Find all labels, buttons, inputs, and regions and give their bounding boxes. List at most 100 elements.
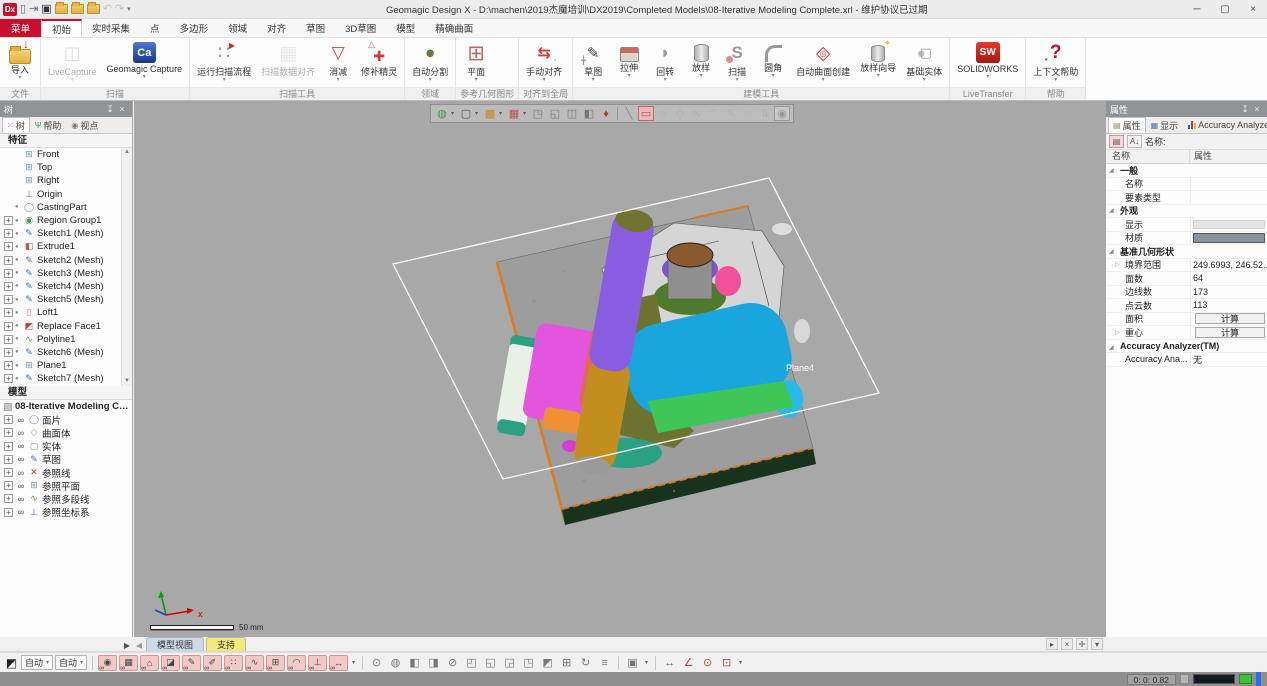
polygon-select-icon[interactable]: ◇ [672,106,688,121]
view-top-left-icon[interactable]: ◰ [463,655,480,671]
view-grid-icon[interactable]: ⊞ [558,655,575,671]
dropdown-arrow-icon[interactable]: ▾ [543,77,546,84]
close-panel-icon[interactable]: × [1251,104,1263,114]
close-button[interactable]: × [1239,0,1267,18]
dropdown-arrow-icon[interactable]: ▾ [71,77,74,84]
fillet-button[interactable]: 圆角▾ [755,39,791,86]
expand-icon[interactable]: + [4,308,13,317]
property-row[interactable]: 面数64 [1106,272,1267,286]
group-expander-icon[interactable]: ◢ [1109,344,1114,351]
toggle-body-button[interactable]: ⌂∞ [140,655,159,671]
lasso-select-icon[interactable]: ◠ [706,106,722,121]
toggle-curve-button[interactable]: ∿∞ [245,655,264,671]
expand-icon[interactable]: + [4,335,13,344]
column-name[interactable]: 名称 [1106,150,1190,163]
auto-dropdown-0[interactable]: 自动▾ [21,655,53,670]
save-icon[interactable]: ▣ [41,3,51,16]
close-panel-icon[interactable]: × [116,104,128,114]
tab-scroll-left-icon[interactable]: ◀ [134,641,144,650]
zoom-select-icon[interactable]: ◉ [774,106,790,121]
ribbon-tab-0[interactable]: 初始 [41,19,82,37]
spline-select-icon[interactable]: ∿ [689,106,705,121]
menu-button[interactable]: 菜单 [0,19,41,37]
open-recent-icon[interactable]: ⇥ [29,3,38,16]
edge-display-icon[interactable]: ▦ [506,106,522,121]
toggle-plane-button[interactable]: ⊞∞ [266,655,285,671]
tree-item-sketch6-mesh-[interactable]: +●✎Sketch6 (Mesh) [0,346,132,359]
section-plane-icon[interactable]: ◳ [530,106,546,121]
properties-panel-tab-0[interactable]: ▤属性 [1108,117,1146,133]
copy-view-icon[interactable]: ▣ [624,655,641,671]
expand-icon[interactable]: + [4,269,13,278]
property-row[interactable]: 重心▷计算 [1106,326,1267,340]
viewport[interactable]: Plane4 ◍▾▢▾▩▾▦▾◳◱◫◧♦╲▭○◇∿◠✎◌⇅◉ x 50 mm [134,101,1105,637]
auto-surface-button[interactable]: 自动曲面创建▾ [791,39,855,86]
model-item-solid-body[interactable]: +∞▢实体 [0,440,132,453]
property-row[interactable]: Accuracy Ana...无 [1106,353,1267,367]
property-group[interactable]: 外观◢ [1106,205,1267,219]
tab-add-icon[interactable]: ✛ [1076,638,1088,650]
render-mode-icon[interactable]: ▩ [482,106,498,121]
ribbon-tab-4[interactable]: 领域 [218,19,257,37]
line-select-icon[interactable]: ╲ [621,106,637,121]
circle-select-icon[interactable]: ○ [655,106,671,121]
import-folder-icon[interactable] [71,4,84,14]
auto-dropdown-1[interactable]: 自动▾ [55,655,87,670]
loft-wizard-button[interactable]: 放样向导▾ [855,39,901,86]
visibility-icon[interactable]: ∞ [15,441,27,451]
app-logo-icon[interactable]: Dx [3,3,17,16]
group-expander-icon[interactable]: ◢ [1109,248,1114,255]
dropdown-arrow-icon[interactable]: ▾ [664,77,667,84]
dropdown-arrow-icon[interactable]: ▾ [628,73,631,80]
expand-icon[interactable]: + [4,481,13,490]
tree-item-replace-face1[interactable]: +●◩Replace Face1 [0,319,132,332]
more-toggles-dropdown-icon[interactable]: ▾ [350,659,357,666]
dropdown-arrow-icon[interactable]: ▾ [143,74,146,81]
toggle-3d-sketch-button[interactable]: ✐∞ [203,655,222,671]
toggle-polyline-button[interactable]: ◠∞ [287,655,306,671]
sort-az-icon[interactable]: A↓ [1127,135,1142,148]
dropdown-arrow-icon[interactable]: ▾ [1054,77,1057,84]
dropdown-arrow-icon[interactable]: ▾ [223,77,226,84]
property-row[interactable]: 边线数173 [1106,286,1267,300]
more-views-dropdown-icon[interactable]: ▾ [643,659,650,666]
toggle-region-button[interactable]: ▦∞ [119,655,138,671]
expand-icon[interactable]: + [4,256,13,265]
visibility-icon[interactable]: ∞ [15,415,27,425]
expand-icon[interactable]: + [4,442,13,451]
view-left-icon[interactable]: ◧ [406,655,423,671]
property-row[interactable]: 显示 [1106,218,1267,232]
tab-list-dropdown-icon[interactable]: ▾ [1091,638,1103,650]
material-swatch[interactable] [1193,233,1265,243]
property-group[interactable]: 一般◢ [1106,164,1267,178]
property-row[interactable]: 要素类型 [1106,191,1267,205]
sweep-button[interactable]: 扫描▾ [719,39,755,86]
ribbon-tab-8[interactable]: 模型 [386,19,425,37]
expand-icon[interactable]: + [4,295,13,304]
property-group[interactable]: 基准几何形状◢ [1106,245,1267,259]
dropdown-arrow-icon[interactable]: ▾ [429,77,432,84]
ribbon-tab-9[interactable]: 精确曲面 [425,19,483,37]
geomagic-capture-button[interactable]: Geomagic Capture▾ [102,39,188,86]
expand-icon[interactable]: + [4,216,13,225]
redo-icon[interactable]: ↷ [115,3,124,16]
status-small-button[interactable] [1180,674,1189,684]
property-value[interactable]: 计算 [1190,326,1267,339]
dropdown-arrow-icon[interactable]: ▾ [592,77,595,84]
zoom-fit-icon[interactable]: ⊙ [368,655,385,671]
model-item-sketch[interactable]: +∞✎草图 [0,453,132,466]
section-x-icon[interactable]: ◱ [547,106,563,121]
dropdown-arrow-icon[interactable]: ▾ [523,110,529,117]
tree-panel-tab-2[interactable]: ◉视点 [66,117,103,133]
row-expander-icon[interactable]: ▷ [1115,261,1120,268]
row-expander-icon[interactable]: ▷ [1115,329,1120,336]
dropdown-arrow-icon[interactable]: ▾ [451,110,457,117]
import-button[interactable]: 导入▾ [2,39,38,86]
property-row[interactable]: 材质 [1106,232,1267,246]
rotate-view-icon[interactable]: ↻ [577,655,594,671]
document-tab-0[interactable]: 模型视图 [146,637,204,651]
toggle-dimension-button[interactable]: ↔∞ [329,655,348,671]
paint-select-icon[interactable]: ✎ [723,106,739,121]
dropdown-arrow-icon[interactable]: ▾ [986,74,989,81]
revolve-button[interactable]: 回转▾ [647,39,683,86]
